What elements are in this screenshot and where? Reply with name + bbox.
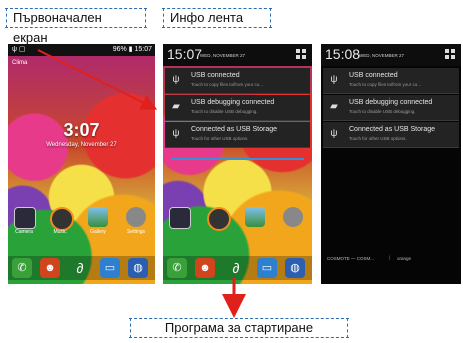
notification-usb-storage[interactable]: ψ Connected as USB Storage Touch for oth… [165,122,310,148]
globe-icon[interactable]: ◍ [285,258,305,278]
settings-icon[interactable] [126,207,146,227]
phone-icon[interactable]: ✆ [12,258,32,278]
browser-icon[interactable]: ∂ [226,258,246,278]
clock: 3:07 [63,120,100,140]
notification-title: Connected as USB Storage [349,126,435,133]
panel-header: 15:08 WED, NOVEMBER 27 [321,44,461,66]
carrier-label: COSMOTE — COSM... [327,256,375,261]
usb-icon: ψ [330,128,338,139]
quick-settings-icon[interactable] [445,49,456,60]
panel-time: 15:08 [325,46,361,62]
globe-icon[interactable]: ◍ [128,258,148,278]
app-label: Settings [126,229,146,235]
android-icon: ▰ [172,101,180,112]
messages-icon[interactable]: ▭ [257,258,277,278]
weather-widget[interactable]: Clima [12,60,27,66]
status-info: 96% ▮ 15:07 [112,46,152,53]
notification-panel-2: 15:08 WED, NOVEMBER 27 ψ USB connected T… [321,44,461,284]
app-label: Gallery [90,229,106,235]
gallery-icon[interactable] [88,207,108,227]
browser-icon[interactable]: ∂ [70,258,90,278]
panel-header: 15:07 WED, NOVEMBER 27 [163,44,312,66]
notification-panel-1: 15:07 WED, NOVEMBER 27 ψ USB connected T… [163,44,312,284]
usb-icon: ψ [172,74,180,85]
info-bar-label: Инфо лента [162,8,272,28]
music-icon[interactable] [207,207,231,231]
phone-icon[interactable]: ✆ [167,258,187,278]
notification-title: USB connected [191,72,240,79]
notification-subtitle: Touch to copy files to/from your co... [191,82,264,87]
panel-handle[interactable] [171,158,304,160]
wallpaper [8,56,155,284]
contacts-icon[interactable]: ☻ [195,258,215,278]
notification-subtitle: Touch for other USB options. [349,136,407,141]
gallery-icon[interactable] [245,207,265,227]
panel-date: WED, NOVEMBER 27 [200,53,246,58]
settings-icon[interactable] [283,207,303,227]
notification-subtitle: Touch to disable USB debugging. [349,109,416,114]
app-label: Music [53,229,67,235]
dock: ✆ ☻ ∂ ▭ ◍ [8,256,155,280]
camera-icon[interactable] [169,207,191,229]
notification-usb-connected[interactable]: ψ USB connected Touch to copy files to/f… [323,68,459,94]
music-icon[interactable] [50,207,74,231]
notification-subtitle: Touch to disable USB debugging. [191,109,258,114]
usb-icon: ψ [172,128,180,139]
app-label: Camera [15,229,33,235]
status-bar: ψ ▢ 96% ▮ 15:07 [8,44,155,56]
date: Wednesday, November 27 [46,142,117,148]
usb-icon: ψ ▢ [12,46,26,53]
panel-time: 15:07 [167,46,203,62]
carrier-label: orange [397,256,412,261]
home-screen-label: Първоначален екран [5,8,147,45]
messages-icon[interactable]: ▭ [100,258,120,278]
carrier-separator: | [389,255,391,260]
notification-title: USB debugging connected [349,99,433,106]
notification-usb-debugging[interactable]: ▰ USB debugging connected Touch to disab… [165,95,310,121]
quick-settings-icon[interactable] [296,49,307,60]
contacts-icon[interactable]: ☻ [40,258,60,278]
notification-title: USB connected [349,72,398,79]
notification-usb-debugging[interactable]: ▰ USB debugging connected Touch to disab… [323,95,459,121]
android-icon: ▰ [330,101,338,112]
notification-subtitle: Touch to copy files to/from your co... [349,82,422,87]
usb-icon: ψ [330,74,338,85]
dock: ✆ ☻ ∂ ▭ ◍ [163,256,312,280]
notification-usb-connected[interactable]: ψ USB connected Touch to copy files to/f… [165,68,310,94]
notification-title: Connected as USB Storage [191,126,277,133]
launch-program-label: Програма за стартиране [129,318,349,338]
camera-icon[interactable] [14,207,36,229]
notification-title: USB debugging connected [191,99,275,106]
notification-usb-storage[interactable]: ψ Connected as USB Storage Touch for oth… [323,122,459,148]
notification-subtitle: Touch for other USB options. [191,136,249,141]
home-screen: ψ ▢ 96% ▮ 15:07 Clima 3:07 Wednesday, No… [8,44,155,284]
panel-date: WED, NOVEMBER 27 [359,53,405,58]
